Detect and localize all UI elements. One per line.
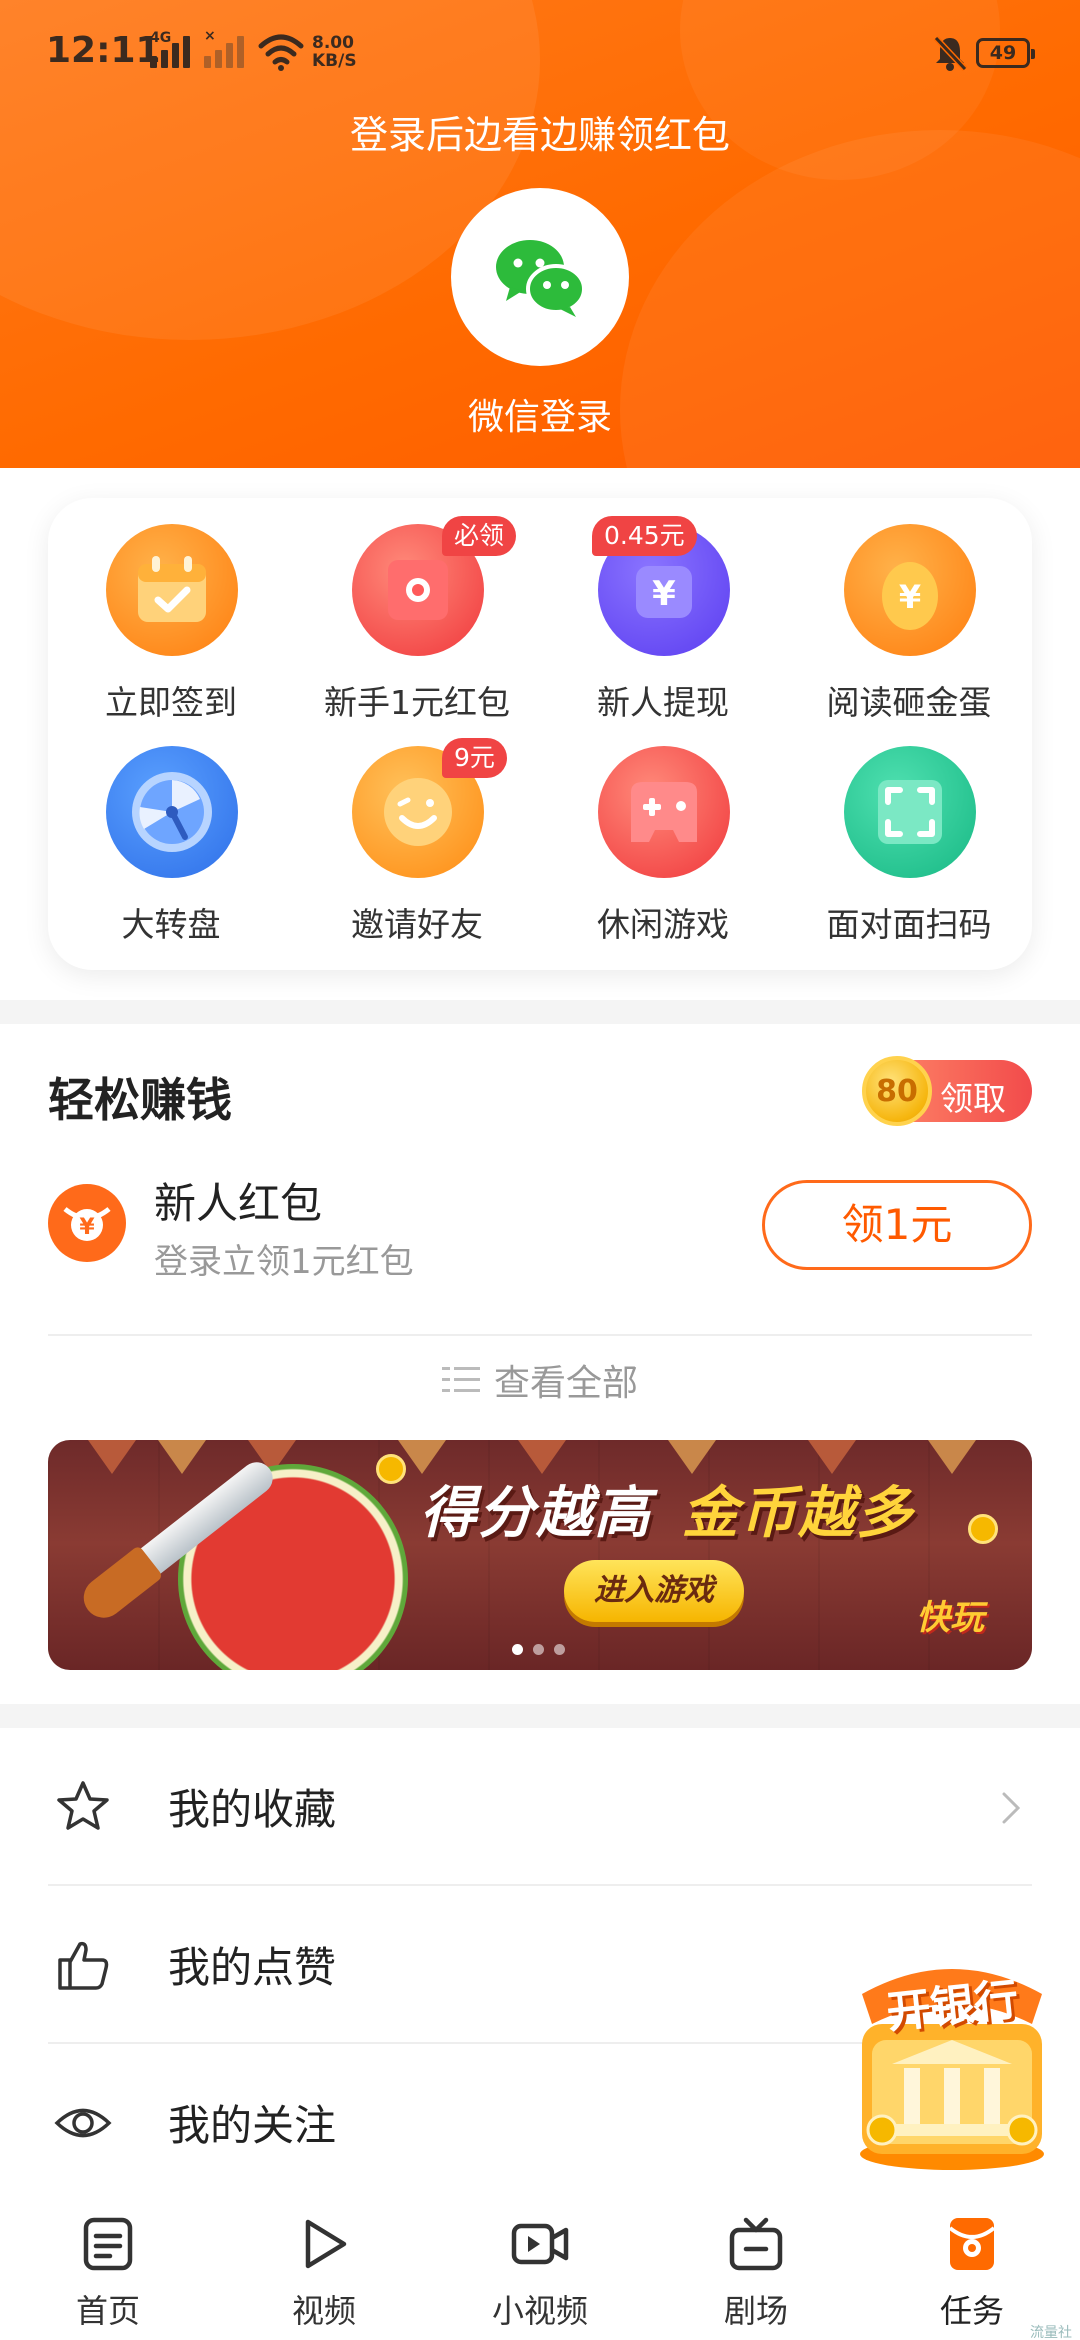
divider — [48, 1334, 1032, 1336]
wifi-icon — [258, 34, 304, 71]
carousel-dots — [512, 1644, 565, 1655]
claim-1-yuan-button[interactable]: 领1元 — [762, 1180, 1032, 1270]
feature-grid-section: 立即签到 必领 新手1元红包 ¥ 0.45元 新人提现 ¥ 阅读砸金蛋 大转盘 … — [0, 468, 1080, 1000]
grid-item-withdraw[interactable]: ¥ 0.45元 新人提现 — [540, 498, 786, 722]
login-header: 12:11 4G × 8.00 KB/S 49 登录后边看边赚领红包 微信登录 — [0, 0, 1080, 468]
grid-item-label: 大转盘 — [121, 905, 221, 944]
star-icon — [57, 1781, 109, 1830]
video-camera-icon — [511, 2223, 569, 2265]
eye-icon — [54, 2108, 112, 2138]
nav-item-short-video[interactable]: 小视频 — [432, 2190, 648, 2340]
calendar-check-icon — [106, 524, 238, 656]
enter-game-button[interactable]: 进入游戏 — [564, 1560, 744, 1622]
thumbs-up-icon — [58, 1941, 109, 1990]
play-icon — [305, 2219, 347, 2269]
nav-label: 小视频 — [491, 2292, 588, 2330]
list-item-label: 我的点赞 — [168, 1943, 337, 1992]
grid-item-newbie-redpacket[interactable]: 必领 新手1元红包 — [294, 498, 540, 722]
view-all-label: 查看全部 — [493, 1363, 638, 1404]
list-icon — [441, 1365, 480, 1395]
grid-item-face-scan[interactable]: 面对面扫码 — [786, 720, 1032, 944]
grid-item-checkin[interactable]: 立即签到 — [48, 498, 294, 722]
task-name: 新人红包 — [154, 1179, 323, 1228]
bottom-nav: 首页 视频 小视频 剧场 任务 — [0, 2190, 1080, 2340]
grid-item-label: 新手1元红包 — [324, 683, 510, 722]
coin-icon: 80 — [862, 1056, 932, 1126]
grid-item-label: 立即签到 — [105, 683, 237, 722]
kuaiwan-logo: 快玩 — [916, 1598, 984, 1638]
list-item-label: 我的关注 — [168, 2101, 337, 2150]
wechat-icon — [496, 240, 586, 317]
task-desc: 登录立领1元红包 — [154, 1242, 414, 1282]
grid-item-label: 阅读砸金蛋 — [826, 683, 992, 722]
svg-text:¥: ¥ — [652, 574, 676, 614]
open-bank-floating-button[interactable]: 开银行 — [852, 1944, 1052, 2174]
nav-item-video[interactable]: 视频 — [216, 2190, 432, 2340]
nav-label: 首页 — [75, 2292, 140, 2330]
grid-item-invite[interactable]: 9元 邀请好友 — [294, 720, 540, 944]
wechat-login-button[interactable] — [451, 188, 629, 366]
wechat-login-label: 微信登录 — [467, 397, 612, 438]
svg-text:¥: ¥ — [79, 1215, 95, 1240]
grid-item-label: 新人提现 — [597, 683, 729, 722]
grid-item-casual-games[interactable]: 休闲游戏 — [540, 720, 786, 944]
list-item-label: 我的收藏 — [168, 1785, 337, 1834]
grid-item-wheel[interactable]: 大转盘 — [48, 720, 294, 944]
task-row-newbie-redpacket: ¥ 新人红包 登录立领1元红包 领1元 — [48, 1164, 1032, 1294]
tv-icon — [729, 2217, 783, 2271]
status-bar: 12:11 4G × 8.00 KB/S 49 — [0, 0, 1080, 110]
spin-wheel-icon — [106, 746, 238, 878]
mute-bell-icon — [933, 35, 968, 72]
signal-2-icon — [204, 34, 244, 68]
grid-badge: 9元 — [442, 738, 507, 778]
red-envelope-icon: ¥ — [48, 1184, 126, 1262]
nav-item-tasks[interactable]: 任务 — [864, 2190, 1080, 2340]
nav-label: 视频 — [291, 2292, 356, 2330]
watermark: 流量社区 — [1030, 2325, 1072, 2340]
claim-coins-button[interactable]: 80 领取 — [862, 1056, 1032, 1126]
feature-grid: 立即签到 必领 新手1元红包 ¥ 0.45元 新人提现 ¥ 阅读砸金蛋 大转盘 … — [48, 498, 1032, 970]
grid-item-golden-egg[interactable]: ¥ 阅读砸金蛋 — [786, 498, 1032, 722]
gamepad-icon — [598, 746, 730, 878]
chevron-right-icon — [1002, 1792, 1021, 1824]
view-all-button[interactable]: 查看全部 — [0, 1354, 1080, 1406]
network-speed: 8.00 KB/S — [312, 33, 357, 71]
signal-1-icon — [150, 34, 190, 68]
section-title: 轻松赚钱 — [48, 1073, 232, 1127]
claim-label: 领取 — [940, 1079, 1006, 1118]
nav-item-theater[interactable]: 剧场 — [648, 2190, 864, 2340]
login-prompt: 登录后边看边赚领红包 — [349, 113, 730, 157]
nav-label: 剧场 — [723, 2292, 788, 2330]
task-bag-icon — [948, 2218, 996, 2270]
grid-badge: 0.45元 — [592, 516, 697, 556]
svg-text:¥: ¥ — [899, 578, 921, 616]
scan-qr-icon — [844, 746, 976, 878]
list-item-favorites[interactable]: 我的收藏 — [48, 1728, 1032, 1884]
grid-item-label: 邀请好友 — [351, 905, 483, 944]
banner-headline: 得分越高 金币越多 — [420, 1481, 914, 1546]
nav-item-home[interactable]: 首页 — [0, 2190, 216, 2340]
home-doc-icon — [83, 2217, 133, 2271]
status-time: 12:11 — [46, 30, 161, 71]
battery-indicator: 49 — [976, 38, 1035, 68]
golden-egg-icon: ¥ — [844, 524, 976, 656]
easy-earn-section: 轻松赚钱 80 领取 ¥ 新人红包 登录立领1元红包 领1元 查看全部 得分越高… — [0, 1024, 1080, 1704]
game-banner[interactable]: 得分越高 金币越多 进入游戏 快玩 — [48, 1440, 1032, 1670]
grid-badge: 必领 — [442, 516, 517, 556]
grid-item-label: 休闲游戏 — [597, 905, 729, 944]
grid-item-label: 面对面扫码 — [826, 905, 992, 944]
